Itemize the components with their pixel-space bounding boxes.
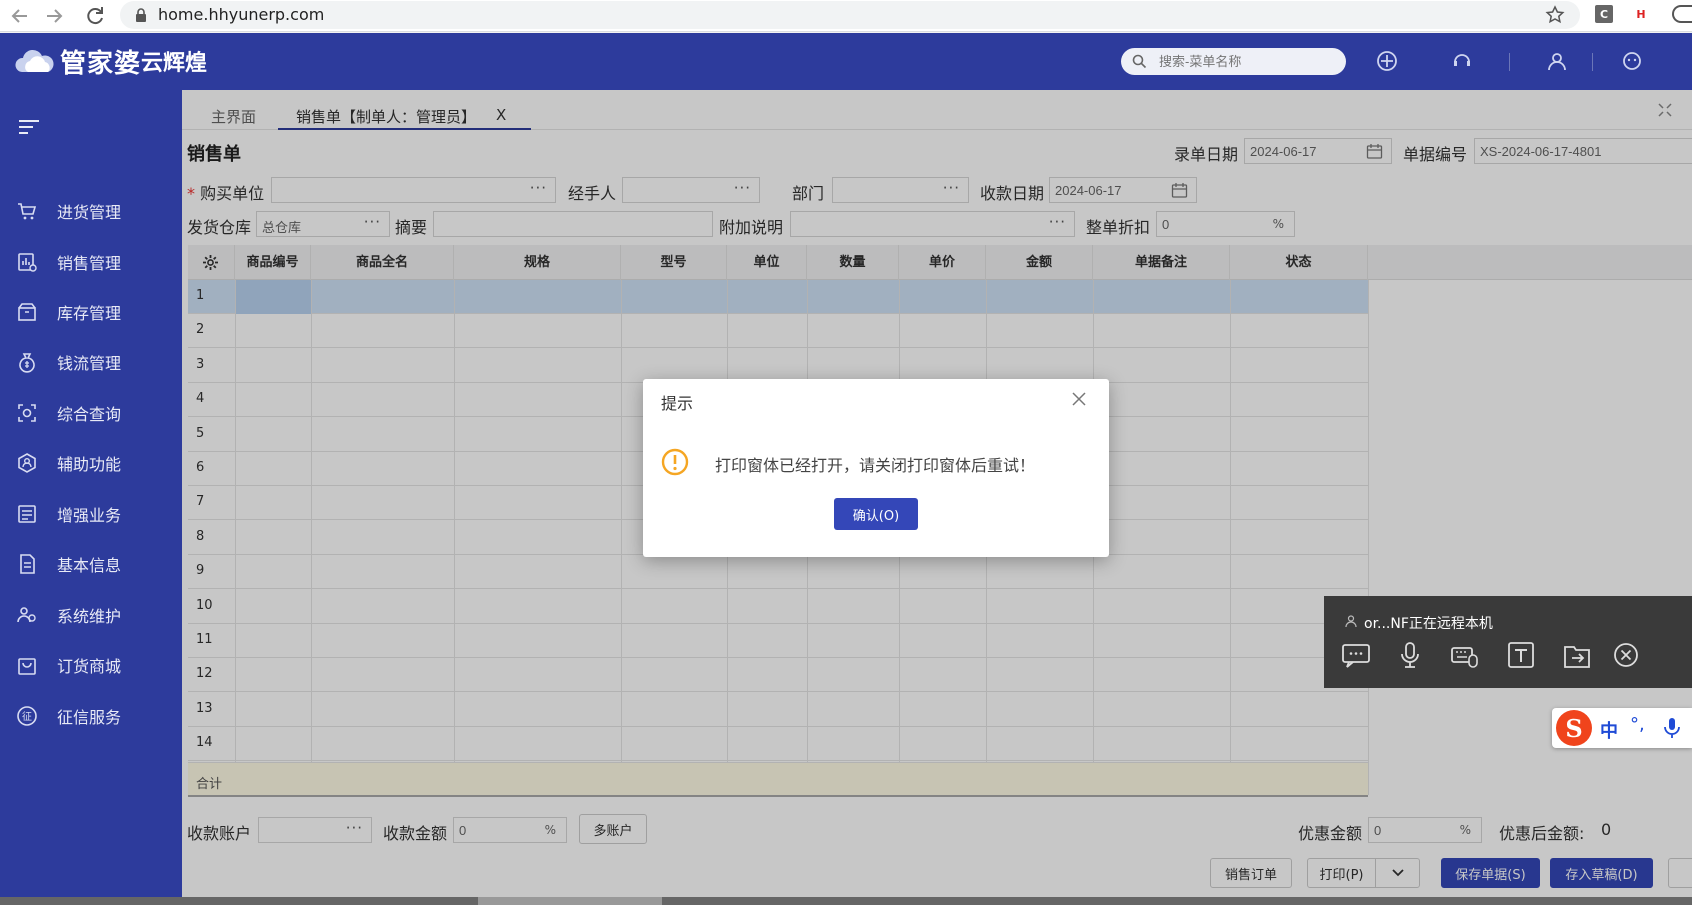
app-logo: 管家婆 云辉煌 xyxy=(14,43,207,79)
microphone-icon[interactable] xyxy=(1662,717,1682,739)
sidebar-item-label: 增强业务 xyxy=(57,506,122,525)
bookmark-star-icon[interactable] xyxy=(1545,5,1565,25)
keyboard-mouse-icon[interactable] xyxy=(1450,640,1480,670)
chat-icon[interactable] xyxy=(1341,640,1371,670)
header-separator xyxy=(1592,53,1593,71)
close-icon[interactable] xyxy=(1071,391,1087,407)
sidebar-item-purchase[interactable]: 进货管理 xyxy=(0,191,182,231)
alert-dialog: 提示 打印窗体已经打开，请关闭打印窗体后重试！ 确认(O) xyxy=(643,379,1109,557)
reload-icon[interactable] xyxy=(83,4,107,28)
warning-icon xyxy=(661,448,689,476)
text-tool-icon[interactable] xyxy=(1506,640,1536,670)
taskbar-strip xyxy=(0,897,1692,905)
sidebar: 进货管理 销售管理 库存管理 钱流管理 综合查询 辅助功能 增强业务 基本信息 … xyxy=(0,90,182,905)
lock-icon xyxy=(136,8,146,22)
header-separator xyxy=(1509,53,1510,71)
app-header: 管家婆 云辉煌 xyxy=(0,33,1692,90)
support-chat-icon[interactable] xyxy=(1451,50,1473,72)
money-bag-icon xyxy=(19,353,35,373)
users-gear-icon xyxy=(17,607,36,623)
confirm-button[interactable]: 确认(O) xyxy=(834,498,918,530)
file-transfer-icon[interactable] xyxy=(1562,640,1592,670)
cloud-logo-icon xyxy=(15,49,54,72)
forward-icon[interactable] xyxy=(42,4,66,28)
sidebar-item-credit[interactable]: 征 征信服务 xyxy=(0,696,182,736)
search-icon xyxy=(1132,54,1147,69)
sidebar-item-label: 系统维护 xyxy=(57,607,122,626)
shop-bag-icon xyxy=(18,658,36,675)
hex-user-icon xyxy=(18,453,36,473)
logo-sub-text: 云辉煌 xyxy=(141,50,208,76)
credit-badge-icon: 征 xyxy=(17,706,37,726)
extension-c-icon[interactable]: C xyxy=(1595,5,1613,23)
menu-search[interactable] xyxy=(1121,48,1346,75)
user-icon xyxy=(1345,615,1357,628)
profile-icon[interactable] xyxy=(1672,5,1692,23)
address-bar[interactable]: home.hhyunerp.com xyxy=(120,1,1580,29)
list-card-icon xyxy=(18,505,36,523)
user-icon[interactable] xyxy=(1546,50,1568,72)
sidebar-item-label: 综合查询 xyxy=(57,405,122,424)
svg-text:征: 征 xyxy=(22,711,32,723)
url-text: home.hhyunerp.com xyxy=(158,5,325,24)
disconnect-icon[interactable] xyxy=(1611,640,1641,670)
warehouse-icon xyxy=(18,303,36,321)
feedback-icon[interactable] xyxy=(1621,50,1643,72)
sidebar-item-label: 订货商城 xyxy=(57,657,122,676)
remote-control-panel: or...NF正在远程本机 xyxy=(1324,596,1692,688)
menu-collapse-icon[interactable] xyxy=(17,118,41,136)
sidebar-item-label: 钱流管理 xyxy=(57,354,122,373)
browser-toolbar: home.hhyunerp.com C H xyxy=(0,0,1692,32)
sidebar-item-label: 库存管理 xyxy=(57,304,122,323)
remote-status: or...NF正在远程本机 xyxy=(1364,616,1493,632)
query-scan-icon xyxy=(18,404,36,422)
sidebar-item-label: 基本信息 xyxy=(57,556,122,575)
sidebar-item-label: 征信服务 xyxy=(57,708,122,727)
sidebar-item-query[interactable]: 综合查询 xyxy=(0,393,182,433)
sidebar-item-label: 进货管理 xyxy=(57,203,122,222)
ime-toolbar: S 中 °, xyxy=(1552,708,1692,748)
ime-language[interactable]: 中 xyxy=(1600,717,1618,743)
sidebar-item-enhanced[interactable]: 增强业务 xyxy=(0,494,182,534)
extension-h-icon[interactable]: H xyxy=(1632,5,1650,23)
sidebar-item-basic-info[interactable]: 基本信息 xyxy=(0,544,182,584)
ime-punctuation-icon[interactable]: °, xyxy=(1630,714,1645,735)
sidebar-item-auxiliary[interactable]: 辅助功能 xyxy=(0,443,182,483)
sidebar-item-label: 销售管理 xyxy=(57,254,122,273)
sidebar-item-mall[interactable]: 订货商城 xyxy=(0,645,182,685)
taskbar-segment xyxy=(478,897,662,905)
sogou-logo-icon[interactable]: S xyxy=(1556,710,1592,746)
sidebar-item-inventory[interactable]: 库存管理 xyxy=(0,292,182,332)
sidebar-item-cashflow[interactable]: 钱流管理 xyxy=(0,342,182,382)
sidebar-item-sales[interactable]: 销售管理 xyxy=(0,242,182,282)
purchase-cart-icon xyxy=(18,203,37,220)
dialog-title: 提示 xyxy=(661,394,694,413)
search-input[interactable] xyxy=(1159,51,1339,72)
apps-grid-icon[interactable] xyxy=(1376,50,1398,72)
logo-main-text: 管家婆 xyxy=(60,48,142,79)
sidebar-item-label: 辅助功能 xyxy=(57,455,122,474)
sidebar-item-system[interactable]: 系统维护 xyxy=(0,595,182,635)
back-icon[interactable] xyxy=(8,4,32,28)
sales-chart-icon xyxy=(18,253,37,272)
microphone-icon[interactable] xyxy=(1395,640,1425,670)
document-icon xyxy=(20,554,35,574)
dialog-message: 打印窗体已经打开，请关闭打印窗体后重试！ xyxy=(715,456,1036,475)
